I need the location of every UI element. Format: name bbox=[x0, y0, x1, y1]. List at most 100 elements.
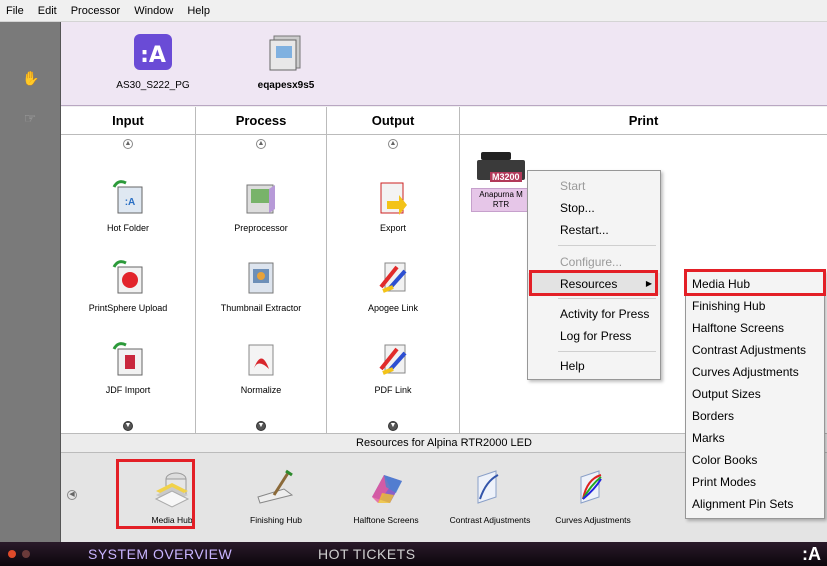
menu-separator bbox=[558, 298, 656, 299]
apogee-link-icon bbox=[373, 257, 413, 297]
input-jdf-import[interactable]: JDF Import bbox=[63, 339, 193, 395]
printsphere-upload-icon bbox=[108, 257, 148, 297]
menu-item-log-for-press[interactable]: Log for Press bbox=[528, 325, 660, 347]
submenu-item-marks[interactable]: Marks bbox=[686, 427, 824, 449]
resource-label: Contrast Adjustments bbox=[449, 515, 531, 525]
job-name: eqapesx9s5 bbox=[257, 80, 315, 91]
job-item[interactable]: :A AS30_S222_PG bbox=[98, 30, 208, 91]
hand-icon[interactable]: ✋ bbox=[22, 70, 39, 86]
process-thumbnail-extractor[interactable]: Thumbnail Extractor bbox=[196, 257, 326, 313]
submenu-item-curves-adjustments[interactable]: Curves Adjustments bbox=[686, 361, 824, 383]
item-label: PrintSphere Upload bbox=[88, 303, 168, 313]
menu-file[interactable]: File bbox=[6, 5, 24, 17]
bottom-taskbar: SYSTEM OVERVIEW HOT TICKETS :A bbox=[0, 542, 827, 566]
job-strip: :A AS30_S222_PG eqapesx9s5 bbox=[61, 22, 827, 106]
scroll-down-icon[interactable]: ▼ bbox=[256, 421, 266, 431]
pdf-link-icon bbox=[373, 339, 413, 379]
menu-item-stop[interactable]: Stop... bbox=[528, 197, 660, 219]
item-label: JDF Import bbox=[105, 385, 151, 395]
process-column: ▲ Preprocessor Thumbnail Extractor Norma… bbox=[196, 135, 327, 433]
menu-processor[interactable]: Processor bbox=[71, 5, 121, 17]
highlight-media-hub-resource bbox=[116, 459, 195, 529]
apogee-a-icon: :A bbox=[131, 30, 175, 74]
jdf-import-icon bbox=[108, 339, 148, 379]
item-label: Preprocessor bbox=[234, 223, 288, 233]
pointer-hand-icon[interactable]: ☞ bbox=[22, 110, 38, 126]
thumbnail-extractor-icon bbox=[241, 257, 281, 297]
menu-edit[interactable]: Edit bbox=[38, 5, 57, 17]
scroll-up-icon[interactable]: ▲ bbox=[388, 139, 398, 149]
scroll-up-icon[interactable]: ▲ bbox=[123, 139, 133, 149]
scroll-left-icon[interactable]: ◀ bbox=[67, 490, 77, 500]
menu-separator bbox=[558, 245, 656, 246]
item-label: Export bbox=[379, 223, 406, 233]
process-normalize[interactable]: Normalize bbox=[196, 339, 326, 395]
resource-label: Curves Adjustments bbox=[555, 515, 631, 525]
document-stack-icon bbox=[264, 30, 308, 74]
input-printsphere-upload[interactable]: PrintSphere Upload bbox=[63, 257, 193, 313]
output-pdf-link[interactable]: PDF Link bbox=[328, 339, 458, 395]
svg-text::A: :A bbox=[125, 197, 136, 208]
submenu-item-borders[interactable]: Borders bbox=[686, 405, 824, 427]
submenu-item-halftone-screens[interactable]: Halftone Screens bbox=[686, 317, 824, 339]
printer-badge: M3200 bbox=[490, 172, 522, 182]
item-label: Apogee Link bbox=[367, 303, 419, 313]
output-column: ▲ Export Apogee Link PDF Link ▼ bbox=[327, 135, 460, 433]
resource-label: Finishing Hub bbox=[250, 515, 302, 525]
menu-window[interactable]: Window bbox=[134, 5, 173, 17]
left-tool-strip: ✋ ☞ bbox=[0, 22, 61, 542]
menu-bar: File Edit Processor Window Help bbox=[0, 0, 827, 22]
contrast-adjustments-icon bbox=[468, 467, 512, 509]
menu-item-help[interactable]: Help bbox=[528, 355, 660, 377]
menu-item-start[interactable]: Start bbox=[528, 175, 660, 197]
printer-label: Anapurna M RTR bbox=[471, 188, 531, 212]
resource-label: Halftone Screens bbox=[353, 515, 419, 525]
submenu-item-print-modes[interactable]: Print Modes bbox=[686, 471, 824, 493]
submenu-item-contrast-adjustments[interactable]: Contrast Adjustments bbox=[686, 339, 824, 361]
menu-separator bbox=[558, 351, 656, 352]
preprocessor-icon bbox=[241, 177, 281, 217]
input-column: ▲ :A Hot Folder PrintSphere Upload JDF I… bbox=[61, 135, 196, 433]
submenu-item-color-books[interactable]: Color Books bbox=[686, 449, 824, 471]
input-hot-folder[interactable]: :A Hot Folder bbox=[63, 177, 193, 233]
menu-item-activity-for-press[interactable]: Activity for Press bbox=[528, 303, 660, 325]
status-light-icon bbox=[22, 550, 30, 558]
job-name: AS30_S222_PG bbox=[116, 80, 190, 91]
highlight-media-hub-submenu bbox=[684, 269, 826, 296]
submenu-item-alignment-pin-sets[interactable]: Alignment Pin Sets bbox=[686, 493, 824, 515]
finishing-hub-icon bbox=[254, 467, 298, 509]
resource-halftone-screens[interactable]: Halftone Screens bbox=[331, 467, 441, 525]
tab-hot-tickets[interactable]: HOT TICKETS bbox=[318, 546, 416, 562]
submenu-item-output-sizes[interactable]: Output Sizes bbox=[686, 383, 824, 405]
column-header-print: Print bbox=[460, 107, 827, 135]
svg-text::A: :A bbox=[140, 43, 166, 68]
normalize-pdf-icon bbox=[241, 339, 281, 379]
column-header-output: Output bbox=[327, 107, 460, 135]
item-label: Thumbnail Extractor bbox=[220, 303, 302, 313]
process-preprocessor[interactable]: Preprocessor bbox=[196, 177, 326, 233]
menu-item-restart[interactable]: Restart... bbox=[528, 219, 660, 241]
printer-alpina[interactable]: M3200 Anapurna M RTR bbox=[471, 152, 531, 212]
apogee-logo: :A bbox=[802, 544, 821, 564]
submenu-item-finishing-hub[interactable]: Finishing Hub bbox=[686, 295, 824, 317]
curves-adjustments-icon bbox=[571, 467, 615, 509]
resources-submenu: Media Hub Finishing Hub Halftone Screens… bbox=[685, 270, 825, 519]
resource-curves-adjustments[interactable]: Curves Adjustments bbox=[538, 467, 648, 525]
output-apogee-link[interactable]: Apogee Link bbox=[328, 257, 458, 313]
item-label: PDF Link bbox=[374, 385, 412, 395]
column-header-process: Process bbox=[196, 107, 327, 135]
halftone-screens-icon bbox=[364, 467, 408, 509]
resource-finishing-hub[interactable]: Finishing Hub bbox=[221, 467, 331, 525]
item-label: Normalize bbox=[240, 385, 282, 395]
scroll-down-icon[interactable]: ▼ bbox=[388, 421, 398, 431]
scroll-down-icon[interactable]: ▼ bbox=[123, 421, 133, 431]
scroll-up-icon[interactable]: ▲ bbox=[256, 139, 266, 149]
tab-system-overview[interactable]: SYSTEM OVERVIEW bbox=[88, 546, 232, 562]
job-item[interactable]: eqapesx9s5 bbox=[231, 30, 341, 91]
column-header-input: Input bbox=[61, 107, 196, 135]
highlight-resources-menu-item bbox=[529, 270, 658, 296]
menu-help[interactable]: Help bbox=[187, 5, 210, 17]
resource-contrast-adjustments[interactable]: Contrast Adjustments bbox=[435, 467, 545, 525]
output-export[interactable]: Export bbox=[328, 177, 458, 233]
status-light-icon bbox=[8, 550, 16, 558]
